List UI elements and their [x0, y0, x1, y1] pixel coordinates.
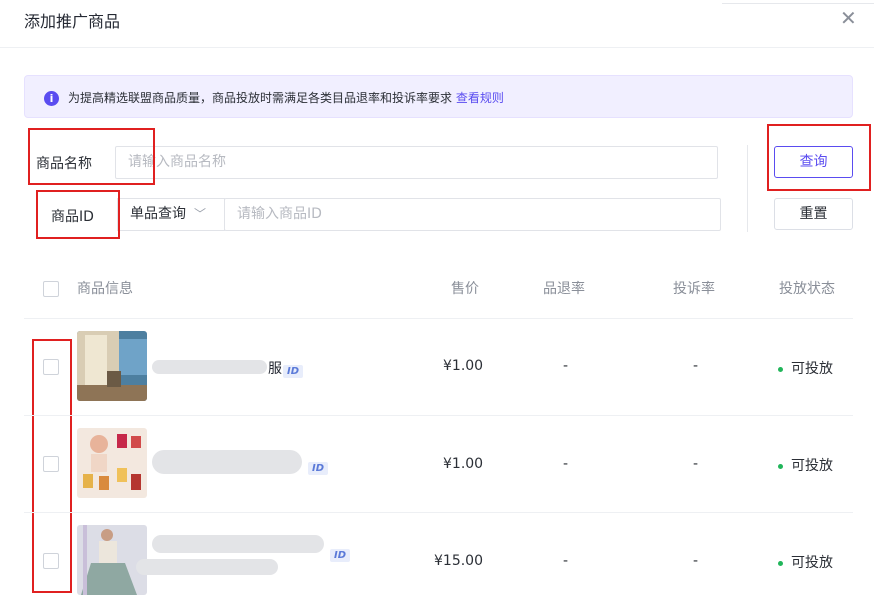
- return-rate: -: [563, 553, 569, 569]
- return-rate: -: [563, 456, 569, 472]
- notice-text: 为提高精选联盟商品质量，商品投放时需满足各类目品退率和投诉率要求 查看规则: [68, 89, 504, 106]
- window-edge: [722, 0, 874, 4]
- status-text: 可投放: [791, 555, 833, 571]
- table-row: ID ¥15.00 - - 可投放: [0, 513, 874, 606]
- notice-message: 为提高精选联盟商品质量，商品投放时需满足各类目品退率和投诉率要求: [68, 91, 453, 105]
- notice-banner: i 为提高精选联盟商品质量，商品投放时需满足各类目品退率和投诉率要求 查看规则: [24, 75, 853, 118]
- header-divider: [0, 47, 874, 48]
- row-checkbox[interactable]: [43, 359, 59, 375]
- status-dot: [778, 366, 783, 372]
- product-id-tag[interactable]: ID: [308, 456, 329, 475]
- column-header-product: 商品信息: [77, 281, 133, 297]
- status-badge: 可投放: [778, 455, 833, 475]
- product-image: [77, 428, 147, 498]
- product-name-input[interactable]: 请输入商品名称: [115, 146, 718, 179]
- status-dot: [778, 463, 783, 469]
- status-badge: 可投放: [778, 358, 833, 378]
- product-name-suffix: 服: [268, 361, 282, 377]
- blurred-product-name: [152, 535, 324, 553]
- product-thumbnail[interactable]: [77, 331, 147, 401]
- product-price: ¥1.00: [443, 358, 484, 374]
- column-header-return-rate: 品退率: [543, 281, 585, 297]
- form-divider: [747, 145, 748, 232]
- blurred-product-name: [152, 450, 302, 474]
- product-price: ¥1.00: [443, 456, 484, 472]
- select-all-checkbox[interactable]: [43, 281, 59, 297]
- chevron-down-icon: ﹀: [194, 207, 207, 221]
- blurred-product-name-line2: [136, 559, 278, 575]
- product-thumbnail[interactable]: [77, 428, 147, 498]
- close-icon[interactable]: ✕: [840, 6, 857, 30]
- column-header-complaint-rate: 投诉率: [673, 281, 715, 297]
- product-image: [77, 525, 147, 595]
- row-checkbox[interactable]: [43, 553, 59, 569]
- blurred-product-name: [152, 360, 267, 374]
- status-dot: [778, 560, 783, 566]
- annotation-box-name: [28, 128, 155, 185]
- product-price: ¥15.00: [434, 553, 483, 569]
- column-header-price: 售价: [451, 281, 479, 297]
- id-mode-value: 单品查询: [130, 206, 186, 222]
- table-row: 服 ID ¥1.00 - - 可投放: [0, 319, 874, 416]
- status-text: 可投放: [791, 458, 833, 474]
- product-id-input[interactable]: 请输入商品ID: [224, 198, 721, 231]
- view-rules-link[interactable]: 查看规则: [456, 91, 504, 105]
- return-rate: -: [563, 358, 569, 374]
- dialog-title: 添加推广商品: [24, 12, 121, 31]
- table-row: ID ¥1.00 - - 可投放: [0, 416, 874, 513]
- status-badge: 可投放: [778, 552, 833, 572]
- row-checkbox[interactable]: [43, 456, 59, 472]
- complaint-rate: -: [693, 358, 699, 374]
- complaint-rate: -: [693, 553, 699, 569]
- complaint-rate: -: [693, 456, 699, 472]
- status-text: 可投放: [791, 361, 833, 377]
- product-id-tag[interactable]: ID: [283, 359, 304, 378]
- product-id-tag[interactable]: ID: [330, 543, 351, 562]
- product-thumbnail[interactable]: [77, 525, 147, 595]
- product-image: [77, 331, 147, 401]
- id-mode-select[interactable]: 单品查询 ﹀: [117, 198, 225, 231]
- reset-button[interactable]: 重置: [774, 198, 853, 230]
- info-icon: i: [44, 91, 59, 106]
- annotation-box-id: [36, 190, 120, 239]
- column-header-status: 投放状态: [779, 281, 835, 297]
- annotation-box-query: [767, 124, 871, 191]
